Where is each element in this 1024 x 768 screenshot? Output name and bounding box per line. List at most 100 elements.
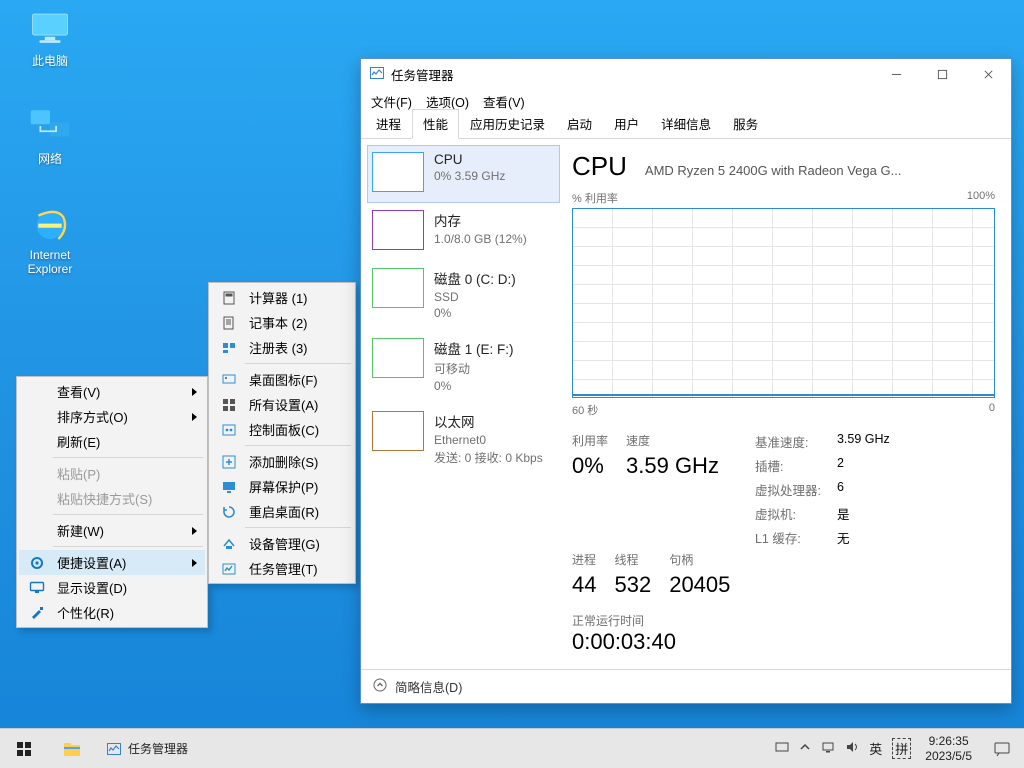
taskmgr-icon: [369, 65, 385, 84]
tab-services[interactable]: 服务: [722, 109, 769, 138]
label-speed: 速度: [626, 432, 719, 449]
ie-icon: [26, 204, 74, 244]
desktop-icon-this-pc[interactable]: 此电脑: [12, 8, 88, 69]
sub-desktop-icons[interactable]: 桌面图标(F): [211, 367, 353, 392]
taskbar-task-taskmgr[interactable]: 任务管理器: [96, 729, 198, 768]
sub-calc[interactable]: 计算器 (1): [211, 285, 353, 310]
kv-table: 基准速度:3.59 GHz 插槽:2 虚拟处理器:6 虚拟机:是 L1 缓存:无: [755, 432, 890, 547]
volume-icon[interactable]: [845, 740, 859, 757]
separator: [53, 546, 203, 547]
cpu-chart: [572, 208, 995, 398]
explorer-button[interactable]: [48, 729, 96, 768]
start-button[interactable]: [0, 729, 48, 768]
stat-block2: 进程 44 线程 532 句柄 20405: [572, 551, 995, 598]
uptime-label: 正常运行时间: [572, 612, 995, 629]
ime-lang[interactable]: 英: [869, 739, 882, 758]
chevron-right-icon: [192, 413, 197, 421]
footer-fewer-details[interactable]: 简略信息(D): [395, 677, 462, 696]
cpu-thumb: [372, 152, 424, 192]
tabstrip: 进程 性能 应用历史记录 启动 用户 详细信息 服务: [361, 113, 1011, 139]
label-util: 利用率: [572, 432, 608, 449]
sub-screensaver[interactable]: 屏幕保护(P): [211, 474, 353, 499]
ctx-view[interactable]: 查看(V): [19, 379, 205, 404]
ctx-personalize[interactable]: 个性化(R): [19, 600, 205, 625]
desktop-icon-label: 此电脑: [12, 52, 88, 69]
cpu-chart-line: [573, 394, 994, 396]
side-memory[interactable]: 内存 1.0/8.0 GB (12%): [367, 203, 560, 261]
xaxis-right: 0: [989, 402, 995, 418]
tab-processes[interactable]: 进程: [365, 109, 412, 138]
chart-ymax: 100%: [967, 190, 995, 206]
cpu-model: AMD Ryzen 5 2400G with Radeon Vega G...: [645, 163, 995, 178]
label-handles: 句柄: [669, 551, 730, 568]
taskbar-spacer: [198, 729, 769, 768]
sub-add-remove[interactable]: 添加删除(S): [211, 449, 353, 474]
tab-startup[interactable]: 启动: [556, 109, 603, 138]
ctx-quick-settings[interactable]: 便捷设置(A): [19, 550, 205, 575]
task-manager-icon: [221, 561, 237, 577]
sub-registry[interactable]: 注册表 (3): [211, 335, 353, 360]
menu-file[interactable]: 文件(F): [371, 92, 412, 111]
tab-performance[interactable]: 性能: [412, 109, 459, 139]
sub-device-mgr[interactable]: 设备管理(G): [211, 531, 353, 556]
titlebar[interactable]: 任务管理器: [361, 59, 1011, 89]
perf-sidebar: CPU 0% 3.59 GHz 内存 1.0/8.0 GB (12%) 磁盘 0…: [361, 139, 566, 669]
desktop-icons-icon: [221, 372, 237, 388]
tray-chevron-up-icon[interactable]: [799, 741, 811, 756]
notepad-icon: [221, 315, 237, 331]
ime-mode[interactable]: 拼: [892, 738, 911, 759]
taskbar: 任务管理器 英 拼 9:26:35 2023/5/5: [0, 728, 1024, 768]
separator: [245, 445, 351, 446]
tm-footer: 简略信息(D): [361, 669, 1011, 703]
sub-control-panel[interactable]: 控制面板(C): [211, 417, 353, 442]
desktop[interactable]: 此电脑 网络 Internet Explorer 查看(V) 排序方式(O) 刷…: [0, 0, 1024, 768]
side-ethernet[interactable]: 以太网 Ethernet0 发送: 0 接收: 0 Kbps: [367, 404, 560, 477]
side-disk0[interactable]: 磁盘 0 (C: D:) SSD 0%: [367, 261, 560, 331]
maximize-button[interactable]: [919, 59, 965, 89]
chevron-right-icon: [192, 559, 197, 567]
network-tray-icon[interactable]: [821, 740, 835, 757]
taskbar-clock[interactable]: 9:26:35 2023/5/5: [917, 729, 980, 768]
tab-users[interactable]: 用户: [603, 109, 650, 138]
desktop-icon-network[interactable]: 网络: [12, 106, 88, 167]
close-button[interactable]: [965, 59, 1011, 89]
action-center-button[interactable]: [980, 729, 1024, 768]
separator: [53, 514, 203, 515]
ctx-paste-shortcut: 粘贴快捷方式(S): [19, 486, 205, 511]
sub-notepad[interactable]: 记事本 (2): [211, 310, 353, 335]
side-disk1[interactable]: 磁盘 1 (E: F:) 可移动 0%: [367, 331, 560, 404]
ctx-sort[interactable]: 排序方式(O): [19, 404, 205, 429]
device-manager-icon: [221, 536, 237, 552]
display-icon: [29, 580, 45, 596]
chevron-up-icon[interactable]: [373, 678, 387, 695]
tab-app-history[interactable]: 应用历史记录: [459, 109, 556, 138]
label-proc: 进程: [572, 551, 596, 568]
menu-view[interactable]: 查看(V): [483, 92, 525, 111]
cpu-heading: CPU: [572, 151, 627, 182]
ctx-refresh[interactable]: 刷新(E): [19, 429, 205, 454]
tray-icon[interactable]: [775, 740, 789, 757]
sub-task-mgr[interactable]: 任务管理(T): [211, 556, 353, 581]
restart-icon: [221, 504, 237, 520]
tab-details[interactable]: 详细信息: [650, 109, 722, 138]
desktop-icon-ie[interactable]: Internet Explorer: [12, 204, 88, 277]
side-cpu[interactable]: CPU 0% 3.59 GHz: [367, 145, 560, 203]
stat-block: 利用率 0% 速度 3.59 GHz: [572, 432, 719, 479]
minimize-button[interactable]: [873, 59, 919, 89]
ctx-display-settings[interactable]: 显示设置(D): [19, 575, 205, 600]
desktop-context-menu: 查看(V) 排序方式(O) 刷新(E) 粘贴(P) 粘贴快捷方式(S) 新建(W…: [16, 376, 208, 628]
xaxis-left: 60 秒: [572, 402, 598, 418]
screensaver-icon: [221, 479, 237, 495]
ctx-new[interactable]: 新建(W): [19, 518, 205, 543]
settings-grid-icon: [221, 397, 237, 413]
sub-restart-desktop[interactable]: 重启桌面(R): [211, 499, 353, 524]
chart-ylabel: % 利用率: [572, 190, 618, 206]
val-proc: 44: [572, 572, 596, 598]
brush-icon: [29, 605, 45, 621]
ctx-paste: 粘贴(P): [19, 461, 205, 486]
chevron-right-icon: [192, 527, 197, 535]
val-handles: 20405: [669, 572, 730, 598]
sub-all-settings[interactable]: 所有设置(A): [211, 392, 353, 417]
menu-options[interactable]: 选项(O): [426, 92, 469, 111]
uptime-value: 0:00:03:40: [572, 629, 995, 655]
